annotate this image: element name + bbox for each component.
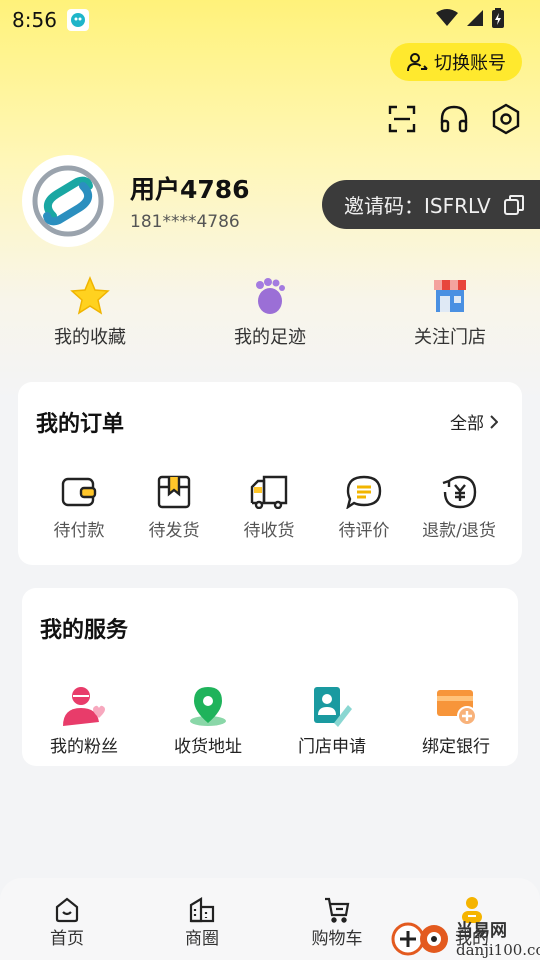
status-bar: 8:56 [0,0,540,40]
order-label: 待付款 [53,521,105,541]
business-district-icon [189,897,215,923]
watermark-cn: 当易网 [456,921,507,941]
copy-icon[interactable] [503,194,525,216]
service-label: 我的粉丝 [50,737,118,757]
signal-icon [467,10,483,26]
fans-icon [63,687,105,726]
footprint-icon [256,278,285,314]
scan-icon[interactable] [386,102,418,136]
settings-icon[interactable] [490,102,522,136]
switch-account-label: 切换账号 [434,53,506,74]
battery-icon [492,8,504,28]
phone-number: 181****4786 [130,212,240,232]
order-refund-return[interactable]: 退款/退货 [409,474,509,541]
app-notification-icon [66,9,89,31]
wifi-icon [436,9,458,26]
orders-title: 我的订单 [36,412,125,437]
tab-label: 购物车 [311,929,363,949]
quick-link-followed-stores[interactable]: 关注门店 [380,275,520,349]
username: 用户4786 [130,175,250,204]
service-shipping-address[interactable]: 收货地址 [158,684,258,757]
order-label: 待评价 [338,521,390,541]
location-pin-icon [190,687,226,726]
refund-icon [442,475,477,509]
tab-cart[interactable]: 购物车 [287,896,387,949]
box-icon [157,475,191,509]
my-orders-card: 我的订单 全部 待付款 待发货 待收货 待评价 退款/退货 [18,382,522,565]
tab-label: 商圈 [185,929,219,949]
invite-code-label: 邀请码：ISFRLV [344,194,491,218]
service-bind-bank[interactable]: 绑定银行 [406,684,506,757]
chevron-right-icon [490,414,498,429]
quick-link-favorites[interactable]: 我的收藏 [20,275,160,349]
app-logo-icon [32,165,104,237]
status-time: 8:56 [12,8,57,32]
switch-user-icon [407,53,428,72]
comment-icon [346,475,382,509]
quick-links: 我的收藏 我的足迹 关注门店 [0,275,540,355]
star-icon [70,276,110,315]
store-application-icon [314,687,352,727]
quick-link-footprints[interactable]: 我的足迹 [200,275,340,349]
watermark-logo-icon [391,922,448,955]
services-title: 我的服务 [40,618,129,643]
truck-icon [250,475,288,509]
tab-business-district[interactable]: 商圈 [152,896,252,949]
order-label: 待发货 [148,521,200,541]
quick-link-label: 我的足迹 [234,327,306,348]
tab-label: 首页 [50,929,84,949]
quick-link-label: 关注门店 [414,327,486,348]
store-icon [434,280,466,312]
cart-icon [325,897,350,923]
order-label: 退款/退货 [422,521,496,541]
avatar[interactable] [22,155,114,247]
service-label: 门店申请 [298,737,366,757]
invite-code-button[interactable]: 邀请码：ISFRLV [322,180,540,229]
order-pending-shipment[interactable]: 待发货 [124,474,224,541]
service-store-application[interactable]: 门店申请 [282,684,382,757]
order-label: 待收货 [243,521,295,541]
service-label: 收货地址 [174,737,242,757]
home-icon [55,897,79,923]
quick-link-label: 我的收藏 [54,327,126,348]
wallet-icon [61,477,97,507]
service-label: 绑定银行 [422,737,490,757]
user-profile[interactable]: 用户4786 181****4786 [22,155,250,247]
order-pending-receipt[interactable]: 待收货 [219,474,319,541]
bank-card-icon [437,690,477,726]
all-orders-link[interactable]: 全部 [450,409,498,434]
order-pending-payment[interactable]: 待付款 [29,474,129,541]
watermark-url: danji100.com [456,941,540,959]
all-orders-label: 全部 [450,414,484,434]
watermark: 当易网 danji100.com [390,916,540,959]
tab-home[interactable]: 首页 [17,896,117,949]
header-tools [386,102,522,136]
switch-account-button[interactable]: 切换账号 [390,43,522,81]
order-pending-review[interactable]: 待评价 [314,474,414,541]
my-services-card: 我的服务 我的粉丝 收货地址 门店申请 绑定银行 [22,588,518,766]
customer-service-icon[interactable] [438,102,470,136]
status-indicators [436,8,504,28]
service-my-fans[interactable]: 我的粉丝 [34,684,134,757]
